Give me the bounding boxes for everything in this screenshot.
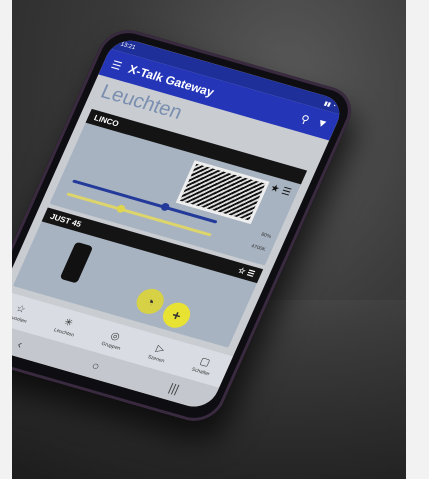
back-icon[interactable]: ‹ (15, 337, 25, 351)
group-icon: ◎ (108, 329, 122, 343)
status-time: 13:21 (119, 41, 137, 52)
nav-item-schalter[interactable]: ▢ Schalter (190, 354, 216, 377)
photo: 13:21 ▮▮ ◔ ☰ X-Talk Gateway ⚲ ▼ Leuchten… (12, 0, 406, 479)
filter-icon[interactable]: ▼ (314, 117, 329, 131)
home-icon[interactable]: ○ (89, 358, 102, 373)
add-button[interactable]: + (158, 299, 195, 331)
status-icons: ▮▮ ◔ (322, 100, 337, 110)
nav-label: Szenen (146, 353, 166, 364)
brightness-value: 80% (260, 231, 273, 240)
recents-icon[interactable]: ||| (167, 381, 182, 396)
play-icon: ▷ (154, 342, 167, 356)
color-temperature-value: 4700K (250, 243, 267, 253)
menu-icon[interactable]: ☰ (109, 58, 124, 73)
nav-item-leuchten[interactable]: ✳ Leuchten (53, 315, 81, 338)
plus-icon: + (169, 306, 184, 324)
brightness-slider-knob[interactable] (159, 202, 171, 212)
spotlight-image (59, 241, 94, 284)
bulb-icon: ✳ (62, 316, 75, 329)
card-actions: ★ ☰ (268, 183, 292, 199)
nav-item-favoriten[interactable]: ☆ Favoriten (12, 301, 33, 325)
settings-list-icon[interactable]: ☰ (280, 186, 293, 199)
power-icon: ◔ (142, 292, 158, 310)
card-actions: ☆ ☰ (237, 266, 257, 279)
star-icon: ☆ (14, 302, 28, 316)
nav-label: Schalter (190, 366, 211, 377)
settings-list-icon[interactable]: ☰ (246, 268, 257, 278)
nav-label: Leuchten (52, 326, 76, 338)
nav-item-szenen[interactable]: ▷ Szenen (147, 342, 171, 364)
nav-item-gruppen[interactable]: ◎ Gruppen (100, 328, 127, 351)
switch-icon: ▢ (198, 355, 212, 369)
color-temperature-slider-knob[interactable] (115, 203, 127, 214)
search-icon[interactable]: ⚲ (299, 112, 312, 126)
nav-label: Gruppen (100, 340, 122, 352)
